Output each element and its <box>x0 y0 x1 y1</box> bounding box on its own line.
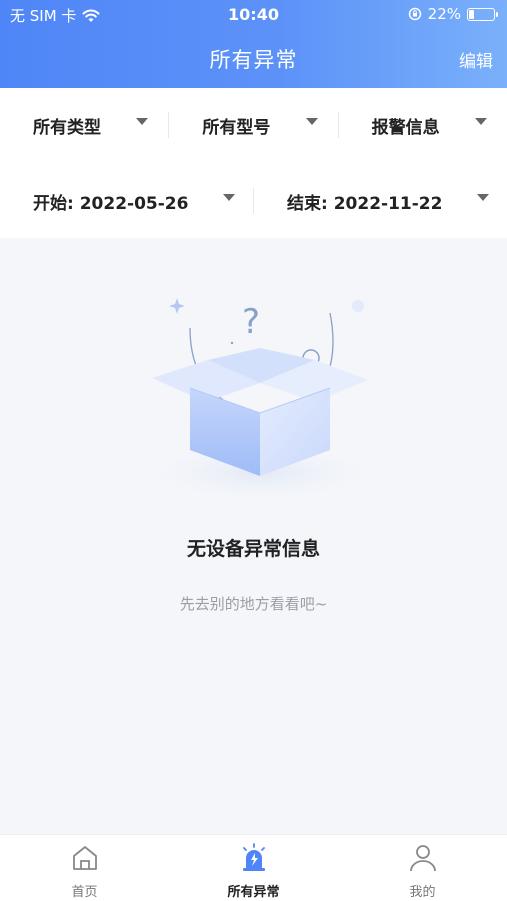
status-right: 22% <box>408 5 498 23</box>
battery-icon <box>467 7 498 21</box>
chevron-down-icon <box>223 193 235 201</box>
empty-title: 无设备异常信息 <box>186 538 320 560</box>
filter-panel: 所有类型 所有型号 报警信息 开始: 2022-05-26 结束: 2022-1… <box>0 88 507 238</box>
bottom-tab-bar: 首页 所有异常 我的 <box>0 834 507 901</box>
tab-home-label: 首页 <box>71 885 98 900</box>
battery-level <box>469 9 474 19</box>
battery-percent: 22% <box>427 5 461 23</box>
tab-mine-label: 我的 <box>409 885 436 900</box>
status-bar: 无 SIM 卡 10:40 22% <box>0 0 507 30</box>
tab-all-exceptions[interactable]: 所有异常 <box>169 835 338 901</box>
start-date-dropdown[interactable]: 开始: 2022-05-26 <box>0 164 253 238</box>
app-header: 无 SIM 卡 10:40 22% 所有异常 编辑 <box>0 0 507 88</box>
chevron-down-icon <box>305 117 318 125</box>
filter-row-date: 开始: 2022-05-26 结束: 2022-11-22 <box>0 164 507 238</box>
chevron-down-icon <box>474 117 487 125</box>
chevron-down-icon <box>136 117 149 125</box>
svg-text:?: ? <box>242 302 260 342</box>
empty-state: ? 无设备异常信息 先去别的地方看看吧~ <box>0 238 507 834</box>
alarm-filter-dropdown[interactable]: 报警信息 <box>339 88 507 162</box>
empty-box-illustration: ? <box>135 298 385 503</box>
user-icon <box>409 845 436 872</box>
page-title: 所有异常 <box>209 48 298 72</box>
type-filter-dropdown[interactable]: 所有类型 <box>0 88 168 162</box>
tab-all-exceptions-label: 所有异常 <box>227 885 280 900</box>
model-filter-dropdown[interactable]: 所有型号 <box>169 88 337 162</box>
alarm-light-icon <box>242 843 265 871</box>
filter-row-device: 所有类型 所有型号 报警信息 <box>0 88 507 162</box>
home-icon <box>72 846 97 870</box>
edit-button[interactable]: 编辑 <box>459 47 493 72</box>
model-filter-label: 所有型号 <box>202 117 271 138</box>
end-date-label: 结束: 2022-11-22 <box>287 193 443 214</box>
alarm-filter-label: 报警信息 <box>371 117 440 138</box>
empty-subtitle: 先去别的地方看看吧~ <box>179 595 328 613</box>
tab-home[interactable]: 首页 <box>0 835 169 901</box>
tab-mine[interactable]: 我的 <box>338 835 507 901</box>
type-filter-label: 所有类型 <box>33 117 101 138</box>
orientation-lock-icon <box>408 7 421 21</box>
chevron-down-icon <box>477 193 489 201</box>
end-date-dropdown[interactable]: 结束: 2022-11-22 <box>254 164 507 238</box>
start-date-label: 开始: 2022-05-26 <box>33 193 189 214</box>
